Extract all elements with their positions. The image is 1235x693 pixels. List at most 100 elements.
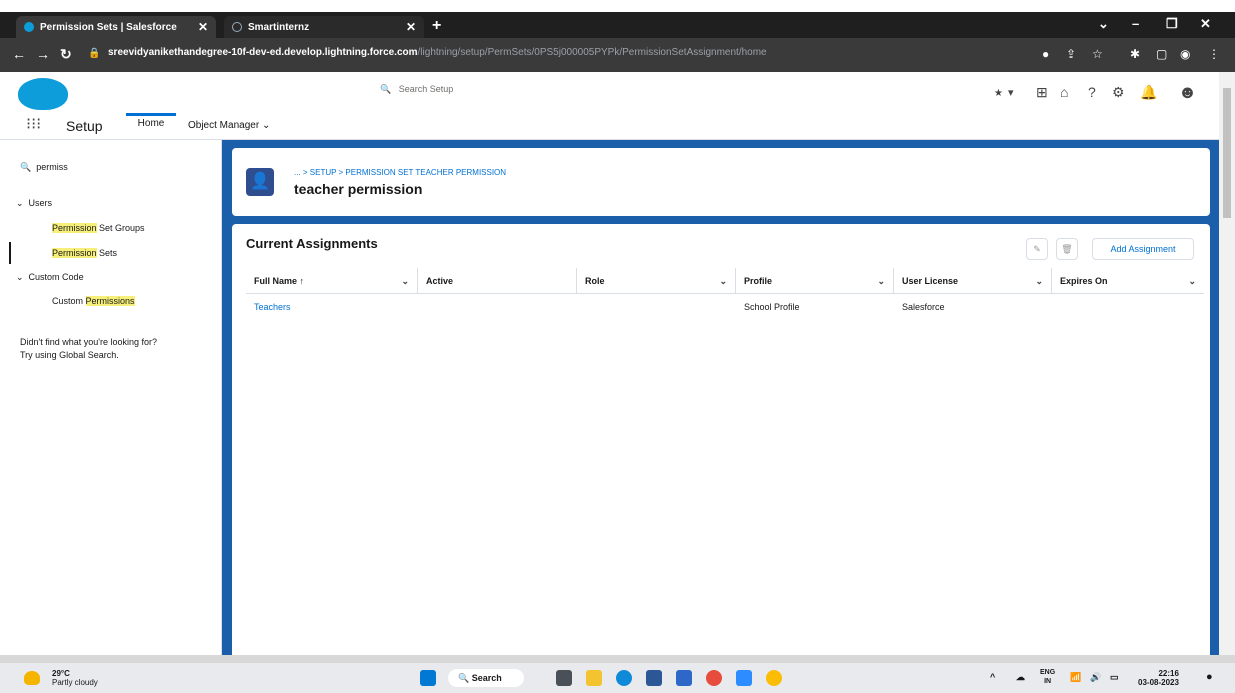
chevron-down-icon[interactable]: ⌄ bbox=[262, 120, 270, 131]
battery-icon[interactable]: ▭ bbox=[1110, 672, 1119, 683]
task-view-icon[interactable] bbox=[556, 670, 572, 686]
new-tab-icon[interactable]: + bbox=[432, 17, 441, 35]
clock[interactable]: 22:16 03-08-2023 bbox=[1138, 669, 1179, 687]
taskbar-search[interactable]: 🔍 Search bbox=[448, 669, 524, 687]
sidebar-section-users[interactable]: ⌄ Users bbox=[16, 198, 52, 209]
search-placeholder: Search Setup bbox=[398, 84, 454, 94]
close-tab-icon[interactable]: ✕ bbox=[198, 20, 208, 34]
favorites-star-icon[interactable]: ★ bbox=[994, 88, 1003, 99]
add-assignment-button[interactable]: Add Assignment bbox=[1092, 238, 1194, 260]
chevron-down-icon[interactable]: ⌄ bbox=[1188, 268, 1196, 294]
edit-pencil-icon[interactable]: ✎ bbox=[1026, 238, 1048, 260]
salesforce-logo-icon[interactable] bbox=[18, 78, 68, 110]
chrome-icon[interactable] bbox=[706, 670, 722, 686]
chevron-down-icon[interactable]: ⌄ bbox=[719, 268, 727, 294]
chevron-down-icon[interactable]: ⌄ bbox=[401, 268, 409, 294]
tab-home[interactable]: Home bbox=[126, 113, 176, 129]
browser-tab-salesforce[interactable]: Permission Sets | Salesforce ✕ bbox=[16, 16, 216, 38]
row-full-name-link[interactable]: Teachers bbox=[254, 302, 291, 312]
sidepanel-icon[interactable]: ▢ bbox=[1156, 47, 1167, 61]
url-field[interactable]: sreevidyanikethandegree-10f-dev-ed.devel… bbox=[108, 47, 988, 65]
lock-icon[interactable]: 🔒 bbox=[88, 48, 100, 59]
user-avatar-icon[interactable]: ☻ bbox=[1178, 82, 1197, 103]
global-actions-icon[interactable]: ⊞ bbox=[1036, 84, 1048, 101]
reload-icon[interactable]: ↻ bbox=[60, 46, 72, 63]
column-label: User License bbox=[902, 276, 959, 286]
edge-icon[interactable] bbox=[616, 670, 632, 686]
onedrive-icon[interactable]: ☁ bbox=[1016, 672, 1025, 683]
sidebar-section-custom-code[interactable]: ⌄ Custom Code bbox=[16, 272, 84, 283]
scrollbar-thumb[interactable] bbox=[1223, 88, 1231, 218]
wifi-icon[interactable]: 📶 bbox=[1070, 672, 1081, 683]
weather-widget[interactable]: 29°C Partly cloudy bbox=[52, 669, 98, 687]
column-expires-on[interactable]: Expires On ⌄ bbox=[1052, 268, 1204, 294]
notification-center-icon[interactable]: ● bbox=[1206, 671, 1213, 683]
tray-chevron-icon[interactable]: ^ bbox=[990, 672, 995, 682]
close-window-icon[interactable]: ✕ bbox=[1200, 16, 1211, 32]
forward-icon[interactable]: → bbox=[36, 46, 50, 62]
notifications-bell-icon[interactable]: 🔔 bbox=[1140, 84, 1157, 101]
help-icon[interactable]: ? bbox=[1088, 84, 1096, 100]
column-user-license[interactable]: User License ⌄ bbox=[894, 268, 1052, 294]
clock-time: 22:16 bbox=[1158, 669, 1179, 678]
row-profile: School Profile bbox=[744, 302, 800, 312]
language-indicator[interactable]: ENG IN bbox=[1040, 668, 1055, 686]
delete-icon[interactable]: 🗑 bbox=[1056, 238, 1078, 260]
sidebar-item-permission-sets[interactable]: Permission Sets bbox=[52, 248, 117, 258]
menu-icon[interactable]: ⋮ bbox=[1208, 47, 1220, 61]
weather-temp: 29°C bbox=[52, 669, 70, 678]
column-label: Role bbox=[585, 276, 605, 286]
zoom-icon[interactable] bbox=[676, 670, 692, 686]
column-active[interactable]: Active bbox=[418, 268, 577, 294]
tab-search-icon[interactable]: ⌄ bbox=[1098, 16, 1109, 32]
sidebar-item-custom-permissions[interactable]: Custom Permissions bbox=[52, 296, 135, 306]
app-icon[interactable] bbox=[736, 670, 752, 686]
browser-tab-smartinternz[interactable]: Smartinternz ✕ bbox=[224, 16, 424, 38]
share-icon[interactable]: ⇪ bbox=[1066, 47, 1076, 61]
chrome-profile-icon[interactable] bbox=[766, 670, 782, 686]
sidebar-item-permission-set-groups[interactable]: Permission Set Groups bbox=[52, 223, 145, 233]
extensions-icon[interactable]: ✱ bbox=[1130, 47, 1140, 61]
section-label: Users bbox=[28, 198, 53, 208]
tab-object-manager[interactable]: Object Manager ⌄ bbox=[188, 120, 270, 131]
column-full-name[interactable]: Full Name ↑ ⌄ bbox=[246, 268, 418, 294]
store-icon[interactable] bbox=[646, 670, 662, 686]
column-profile[interactable]: Profile ⌄ bbox=[736, 268, 894, 294]
windows-taskbar: 29°C Partly cloudy 🔍 Search ^ ☁ ENG IN 📶… bbox=[0, 663, 1235, 693]
lang-top: ENG bbox=[1040, 669, 1056, 676]
url-path: /lightning/setup/PermSets/0PS5j000005PYP… bbox=[417, 47, 767, 58]
app-launcher-icon[interactable]: ⁝⁝⁝ bbox=[26, 114, 41, 134]
weather-icon[interactable] bbox=[24, 671, 40, 685]
tab-object-manager-label: Object Manager bbox=[188, 120, 260, 131]
search-icon: 🔍 bbox=[458, 673, 472, 683]
search-icon: 🔍 bbox=[380, 84, 399, 94]
back-icon[interactable]: ← bbox=[12, 46, 26, 62]
trailhead-icon[interactable]: ⌂ bbox=[1060, 84, 1068, 100]
bookmark-star-icon[interactable]: ☆ bbox=[1092, 47, 1103, 61]
windows-start-icon[interactable] bbox=[420, 670, 436, 686]
vertical-scrollbar[interactable] bbox=[1219, 72, 1235, 655]
file-explorer-icon[interactable] bbox=[586, 670, 602, 686]
breadcrumb[interactable]: ... > SETUP > PERMISSION SET TEACHER PER… bbox=[294, 168, 506, 177]
favorites-list-icon[interactable]: ▾ bbox=[1008, 86, 1014, 99]
column-role[interactable]: Role ⌄ bbox=[577, 268, 736, 294]
volume-icon[interactable]: 🔊 bbox=[1090, 672, 1101, 683]
highlight-text: Permissions bbox=[85, 296, 135, 306]
quick-find-input[interactable]: 🔍 permiss bbox=[20, 162, 68, 173]
selected-indicator bbox=[9, 242, 11, 264]
search-setup[interactable]: 🔍 Search Setup bbox=[380, 84, 453, 95]
profile-dot-icon[interactable]: ● bbox=[1042, 47, 1049, 61]
quick-find-value: permiss bbox=[36, 162, 68, 172]
close-tab-icon[interactable]: ✕ bbox=[406, 20, 416, 34]
horizontal-scrollbar[interactable] bbox=[0, 655, 1235, 663]
setup-gear-icon[interactable]: ⚙ bbox=[1112, 84, 1125, 101]
note-line: Try using Global Search. bbox=[20, 350, 119, 360]
restore-icon[interactable]: ❐ bbox=[1166, 16, 1178, 32]
highlight-text: Permission bbox=[52, 248, 97, 258]
browser-tab-bar: Permission Sets | Salesforce ✕ Smartinte… bbox=[0, 12, 1235, 38]
avatar-icon[interactable]: ◉ bbox=[1180, 47, 1190, 61]
minimize-icon[interactable]: – bbox=[1132, 16, 1139, 31]
lang-bottom: IN bbox=[1044, 678, 1052, 685]
chevron-down-icon[interactable]: ⌄ bbox=[1035, 268, 1043, 294]
chevron-down-icon[interactable]: ⌄ bbox=[877, 268, 885, 294]
